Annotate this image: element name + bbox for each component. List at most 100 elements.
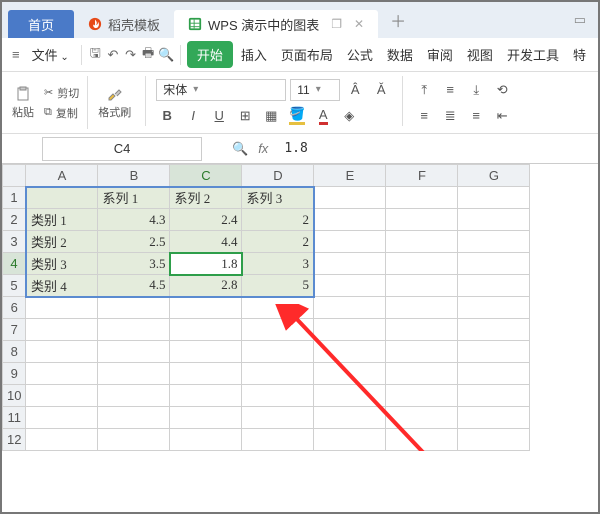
- fontcolor-button[interactable]: A: [312, 105, 334, 127]
- cell-E12[interactable]: [314, 429, 386, 451]
- cell-B2[interactable]: 4.3: [98, 209, 170, 231]
- shrink-font-icon[interactable]: Ǎ: [370, 79, 392, 101]
- formula-input[interactable]: 1.8: [284, 141, 307, 156]
- col-header-A[interactable]: A: [26, 165, 98, 187]
- tab-document[interactable]: WPS 演示中的图表 ❐ ✕: [174, 10, 378, 38]
- row-header-8[interactable]: 8: [3, 341, 26, 363]
- cell-C2[interactable]: 2.4: [170, 209, 242, 231]
- clear-button[interactable]: ◈: [338, 105, 360, 127]
- select-all-corner[interactable]: [3, 165, 26, 187]
- bold-button[interactable]: B: [156, 105, 178, 127]
- cell-F7[interactable]: [386, 319, 458, 341]
- cell-F12[interactable]: [386, 429, 458, 451]
- cell-E6[interactable]: [314, 297, 386, 319]
- cell-F4[interactable]: [386, 253, 458, 275]
- row-header-3[interactable]: 3: [3, 231, 26, 253]
- cell-E11[interactable]: [314, 407, 386, 429]
- fontsize-select[interactable]: 11▾: [290, 79, 340, 101]
- cell-E1[interactable]: [314, 187, 386, 209]
- menu-file[interactable]: 文件 ⌄: [26, 41, 75, 68]
- copy-button[interactable]: ⧉复制: [44, 105, 79, 121]
- cell-F2[interactable]: [386, 209, 458, 231]
- cell-D10[interactable]: [242, 385, 314, 407]
- window-menu-icon[interactable]: ▭: [574, 12, 586, 28]
- cell-B9[interactable]: [98, 363, 170, 385]
- menu-insert[interactable]: 插入: [235, 41, 273, 68]
- cell-D11[interactable]: [242, 407, 314, 429]
- cell-E2[interactable]: [314, 209, 386, 231]
- cell-D7[interactable]: [242, 319, 314, 341]
- cell-D6[interactable]: [242, 297, 314, 319]
- tab-template[interactable]: 稻壳模板: [74, 10, 174, 38]
- menu-review[interactable]: 审阅: [421, 41, 459, 68]
- format-painter[interactable]: 格式刷: [94, 76, 135, 129]
- cell-A11[interactable]: [26, 407, 98, 429]
- cell-G3[interactable]: [458, 231, 530, 253]
- cell-C8[interactable]: [170, 341, 242, 363]
- cell-G8[interactable]: [458, 341, 530, 363]
- col-header-B[interactable]: B: [98, 165, 170, 187]
- align-bot-icon[interactable]: ⤓: [465, 79, 487, 101]
- cell-C9[interactable]: [170, 363, 242, 385]
- menu-dev[interactable]: 开发工具: [501, 41, 565, 68]
- menu-formula[interactable]: 公式: [341, 41, 379, 68]
- col-header-G[interactable]: G: [458, 165, 530, 187]
- cell-D5[interactable]: 5: [242, 275, 314, 297]
- menu-special[interactable]: 特: [567, 41, 592, 68]
- cell-G5[interactable]: [458, 275, 530, 297]
- fillcolor-button[interactable]: 🪣: [286, 105, 308, 127]
- cell-B12[interactable]: [98, 429, 170, 451]
- cell-E7[interactable]: [314, 319, 386, 341]
- close-tab-icon[interactable]: ✕: [354, 17, 364, 31]
- row-header-5[interactable]: 5: [3, 275, 26, 297]
- indent-icon[interactable]: ⇤: [491, 105, 513, 127]
- cell-B7[interactable]: [98, 319, 170, 341]
- col-header-F[interactable]: F: [386, 165, 458, 187]
- font-select[interactable]: 宋体▾: [156, 79, 286, 101]
- cell-D9[interactable]: [242, 363, 314, 385]
- cell-F3[interactable]: [386, 231, 458, 253]
- cell-A12[interactable]: [26, 429, 98, 451]
- cell-E9[interactable]: [314, 363, 386, 385]
- border-button[interactable]: ▦: [260, 105, 282, 127]
- menu-layout[interactable]: 页面布局: [275, 41, 339, 68]
- cell-C5[interactable]: 2.8: [170, 275, 242, 297]
- cell-A7[interactable]: [26, 319, 98, 341]
- undo-icon[interactable]: ↶: [105, 44, 121, 66]
- cell-G1[interactable]: [458, 187, 530, 209]
- cell-E8[interactable]: [314, 341, 386, 363]
- cell-E5[interactable]: [314, 275, 386, 297]
- align-left-icon[interactable]: ≡: [413, 105, 435, 127]
- cell-C1[interactable]: 系列 2: [170, 187, 242, 209]
- cell-G4[interactable]: [458, 253, 530, 275]
- cell-C3[interactable]: 4.4: [170, 231, 242, 253]
- save-icon[interactable]: 🖫: [88, 44, 104, 66]
- print-icon[interactable]: 🖶: [140, 44, 156, 66]
- cell-B5[interactable]: 4.5: [98, 275, 170, 297]
- cell-D1[interactable]: 系列 3: [242, 187, 314, 209]
- row-header-7[interactable]: 7: [3, 319, 26, 341]
- cell-F1[interactable]: [386, 187, 458, 209]
- menu-view[interactable]: 视图: [461, 41, 499, 68]
- tab-home[interactable]: 首页: [8, 10, 74, 38]
- align-top-icon[interactable]: ⤒: [413, 79, 435, 101]
- cell-A3[interactable]: 类别 2: [26, 231, 98, 253]
- moreformat-button[interactable]: ⊞: [234, 105, 256, 127]
- grow-font-icon[interactable]: Â: [344, 79, 366, 101]
- row-header-6[interactable]: 6: [3, 297, 26, 319]
- cell-F6[interactable]: [386, 297, 458, 319]
- col-header-C[interactable]: C: [170, 165, 242, 187]
- row-header-4[interactable]: 4: [3, 253, 26, 275]
- name-box[interactable]: C4: [42, 137, 202, 161]
- menu-data[interactable]: 数据: [381, 41, 419, 68]
- fx-icon[interactable]: fx: [258, 141, 268, 156]
- cell-A6[interactable]: [26, 297, 98, 319]
- cell-G7[interactable]: [458, 319, 530, 341]
- cell-F8[interactable]: [386, 341, 458, 363]
- cell-G10[interactable]: [458, 385, 530, 407]
- cell-A5[interactable]: 类别 4: [26, 275, 98, 297]
- cell-B6[interactable]: [98, 297, 170, 319]
- align-center-icon[interactable]: ≣: [439, 105, 461, 127]
- cell-B3[interactable]: 2.5: [98, 231, 170, 253]
- paste-group[interactable]: 粘贴: [8, 76, 38, 129]
